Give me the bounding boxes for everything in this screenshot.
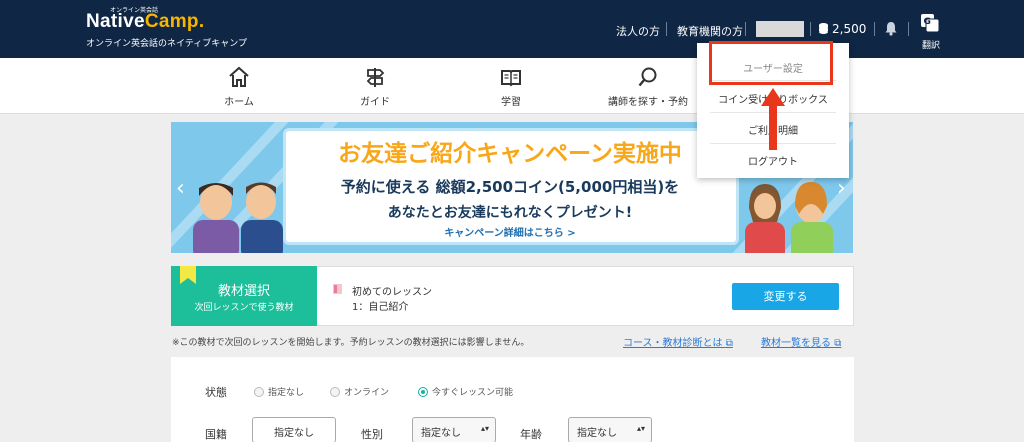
logo-subtitle: オンライン英会話のネイティブキャンプ (86, 39, 248, 49)
logo-main: Native (86, 11, 145, 32)
corporate-link[interactable]: 法人の方 (616, 23, 660, 39)
link-text: 教材一覧を見る (761, 338, 831, 349)
radio-circle-selected (418, 387, 428, 397)
material-list-link[interactable]: 教材一覧を見る ⧉ (761, 334, 841, 349)
translate-icon[interactable]: G (920, 13, 940, 33)
external-link-icon: ⧉ (725, 338, 733, 349)
material-subtitle: 次回レッスンで使う教材 (194, 303, 294, 313)
material-lesson: 1：自己紹介 (352, 302, 409, 313)
up-arrow-icon (761, 88, 785, 150)
radio-label: オンライン (344, 388, 390, 398)
nav-label: ホーム (224, 97, 254, 108)
banner-line2: あなたとお友達にもれなくプレゼント! (387, 205, 633, 221)
divider (874, 22, 875, 36)
logo-accent: Camp. (144, 11, 205, 32)
coin-balance: 2,500 (832, 22, 867, 36)
select-value: 指定なし (421, 428, 461, 439)
external-link-icon: ⧉ (834, 338, 842, 349)
logo[interactable]: NativeCamp. (86, 11, 204, 33)
radio-label: 今すぐレッスン可能 (432, 388, 514, 398)
age-select[interactable]: 指定なし ▴▾ (568, 417, 652, 442)
link-text: コース・教材診断とは (623, 338, 723, 349)
lesson-book-icon (333, 284, 342, 294)
nav-item-home[interactable]: ホーム (189, 66, 289, 108)
select-arrow-icon: ▴▾ (636, 424, 645, 433)
status-option-online[interactable]: オンライン (330, 385, 389, 398)
radio-label: 指定なし (268, 388, 305, 398)
nav-label: 学習 (501, 97, 521, 108)
nav-label: 講師を探す・予約 (608, 97, 688, 108)
age-label: 年齢 (520, 428, 542, 441)
home-icon (229, 66, 249, 87)
banner-details-link[interactable]: キャンペーン詳細はこちら > (290, 224, 730, 239)
divider (908, 22, 909, 36)
material-title: 教材選択 (217, 284, 270, 299)
divider (745, 22, 746, 36)
status-label: 状態 (205, 386, 227, 399)
banner-prev-icon[interactable]: ‹ (176, 176, 185, 201)
menu-item-logout[interactable]: ログアウト (697, 153, 849, 168)
radio-circle (330, 387, 340, 397)
search-icon (638, 67, 657, 87)
gender-select[interactable]: 指定なし ▴▾ (412, 417, 496, 442)
status-option-any[interactable]: 指定なし (254, 385, 304, 398)
select-arrow-icon: ▴▾ (480, 424, 489, 433)
svg-text:G: G (924, 17, 931, 27)
nav-item-find-teacher[interactable]: 講師を探す・予約 (598, 66, 698, 108)
divider (666, 22, 667, 36)
nationality-select[interactable]: 指定なし (252, 417, 336, 442)
radio-circle (254, 387, 264, 397)
signpost-icon (366, 68, 385, 87)
highlight-box (709, 41, 833, 85)
divider (810, 22, 811, 36)
nav-label: ガイド (360, 97, 390, 108)
book-icon (501, 70, 521, 87)
change-material-button[interactable]: 変更する (732, 283, 839, 310)
nationality-label: 国籍 (205, 428, 227, 441)
select-value: 指定なし (577, 428, 617, 439)
education-link[interactable]: 教育機関の方 (677, 23, 743, 39)
banner-title: お友達ご紹介キャンペーン実施中 (338, 140, 682, 166)
banner-line1: 予約に使える 総額2,500コイン(5,000円相当)を (340, 178, 680, 196)
translate-label[interactable]: 翻訳 (922, 38, 940, 51)
course-diagnosis-link[interactable]: コース・教材診断とは ⧉ (623, 334, 733, 349)
nav-item-guide[interactable]: ガイド (325, 66, 425, 108)
nav-item-study[interactable]: 学習 (461, 66, 561, 108)
material-course: 初めてのレッスン (352, 287, 432, 298)
gender-label: 性別 (361, 428, 383, 441)
status-option-available-now[interactable]: 今すぐレッスン可能 (418, 385, 513, 398)
material-note: ※この教材で次回のレッスンを開始します。予約レッスンの教材選択には影響しません。 (172, 338, 530, 348)
banner-next-icon[interactable]: › (837, 176, 846, 201)
bell-icon[interactable] (884, 21, 898, 36)
username-menu[interactable] (756, 21, 804, 37)
coin-stack-icon (819, 23, 828, 34)
